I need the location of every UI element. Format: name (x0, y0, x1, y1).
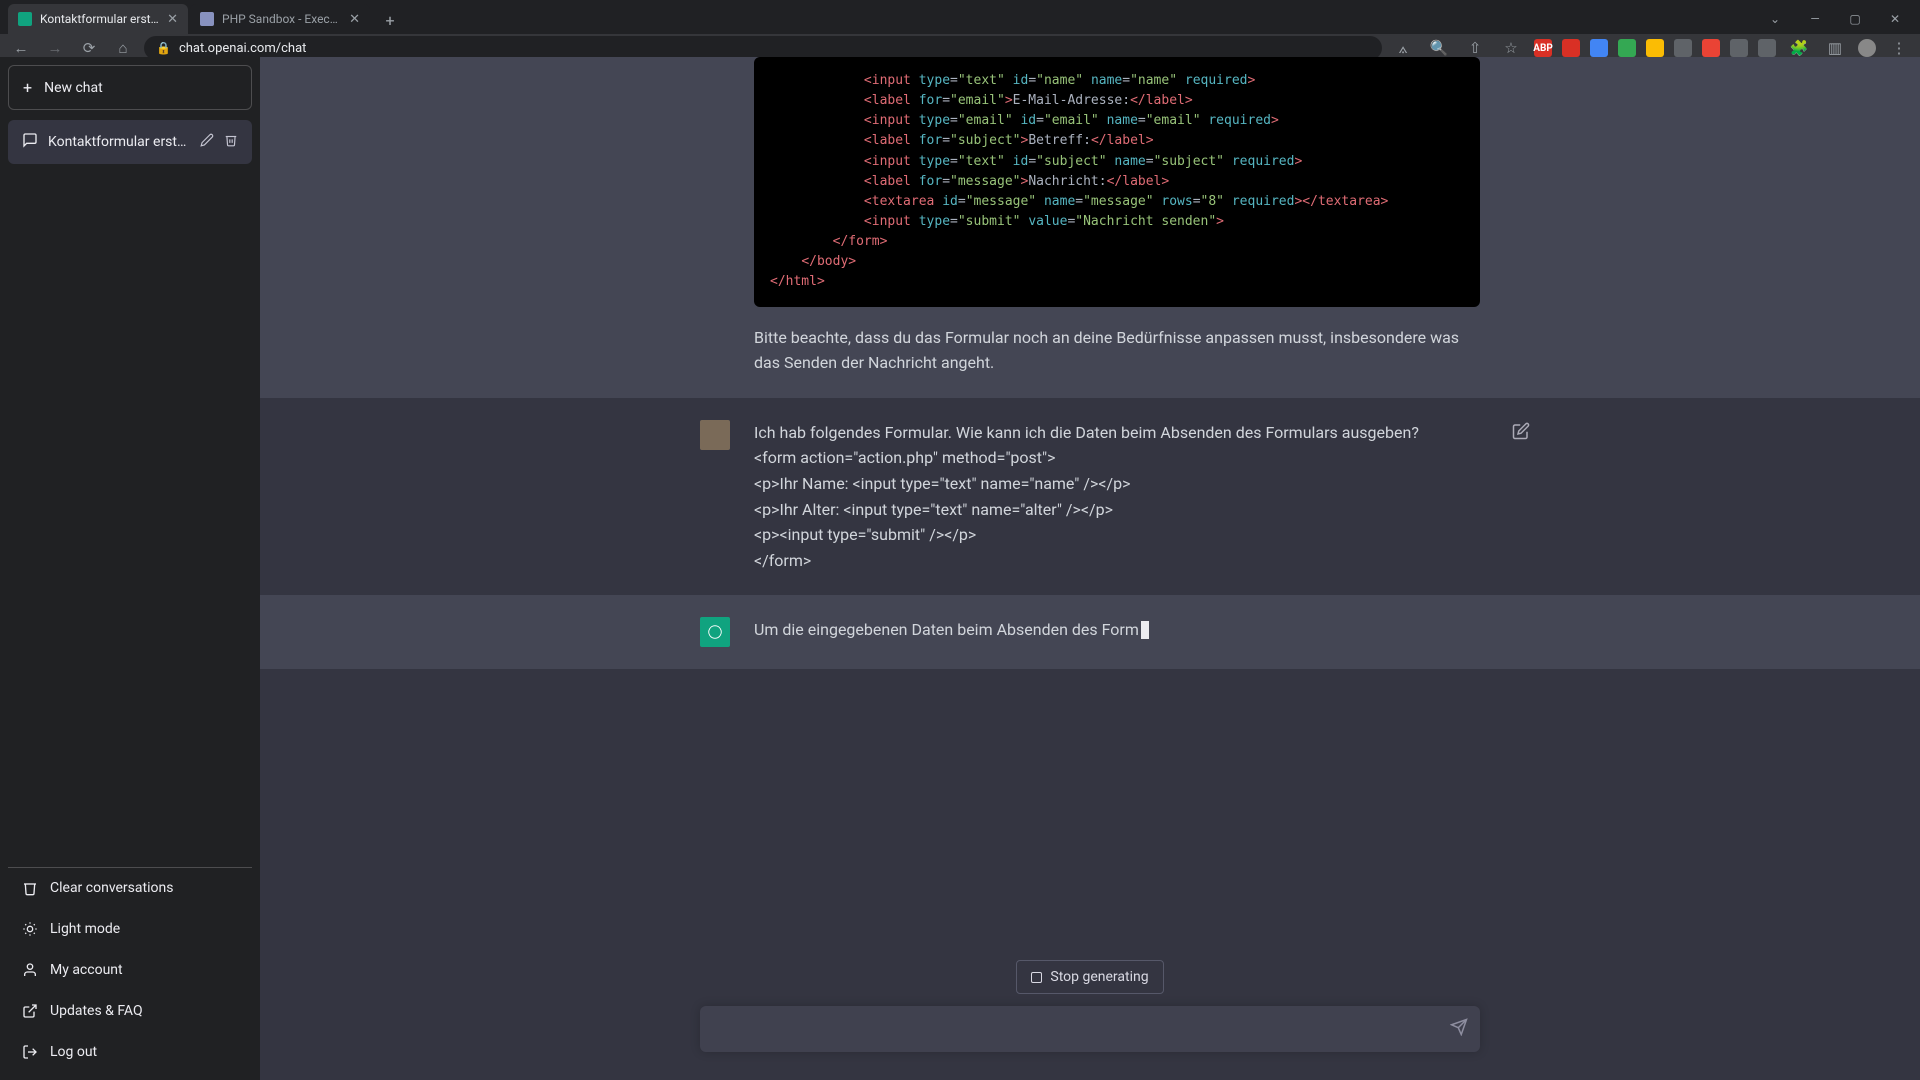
new-chat-label: New chat (44, 80, 103, 96)
chevron-down-icon[interactable]: ⌄ (1760, 4, 1790, 34)
tab-close-icon[interactable]: ✕ (349, 12, 360, 27)
menu-icon[interactable]: ⋮ (1886, 37, 1912, 59)
typing-cursor-icon (1141, 621, 1149, 639)
extensions-icon[interactable]: 🧩 (1786, 37, 1812, 59)
stop-generating-button[interactable]: Stop generating (1016, 960, 1163, 994)
forward-button[interactable]: → (42, 37, 68, 59)
updates-faq-link[interactable]: Updates & FAQ (8, 990, 252, 1031)
reload-button[interactable]: ⟳ (76, 37, 102, 59)
chat-input[interactable] (700, 1006, 1480, 1052)
link-label: Clear conversations (50, 880, 173, 896)
tab-close-icon[interactable]: ✕ (167, 12, 178, 27)
home-button[interactable]: ⌂ (110, 37, 136, 59)
tab-favicon-icon (18, 12, 32, 26)
user-message: Ich hab folgendes Formular. Wie kann ich… (260, 398, 1920, 596)
my-account-link[interactable]: My account (8, 949, 252, 990)
star-icon[interactable]: ☆ (1498, 37, 1524, 59)
ext-icon[interactable] (1758, 39, 1776, 57)
logout-icon (22, 1044, 38, 1060)
assistant-avatar (700, 617, 730, 647)
edit-icon[interactable] (200, 133, 214, 151)
tab-favicon-icon (200, 12, 214, 26)
link-label: Log out (50, 1044, 97, 1060)
ext-icon[interactable] (1702, 39, 1720, 57)
url-text: chat.openai.com/chat (179, 41, 306, 56)
window-controls: ⌄ — ▢ ✕ (1760, 4, 1920, 34)
sun-icon (22, 921, 38, 937)
link-label: Updates & FAQ (50, 1003, 143, 1019)
ext-icon[interactable] (1590, 39, 1608, 57)
minimize-button[interactable]: — (1800, 4, 1830, 34)
link-label: My account (50, 962, 123, 978)
browser-tab-1[interactable]: PHP Sandbox - Execute PHP cod ✕ (190, 4, 370, 34)
share-icon[interactable]: ⇧ (1462, 37, 1488, 59)
code-body[interactable]: <input type="text" id="name" name="name"… (754, 57, 1480, 307)
conversation-title: Kontaktformular erstell (48, 134, 190, 150)
profile-avatar[interactable] (1858, 39, 1876, 57)
ext-icon[interactable] (1730, 39, 1748, 57)
tab-title: Kontaktformular erstellen. (40, 12, 161, 26)
code-block: <input type="text" id="name" name="name"… (754, 57, 1480, 307)
user-text: Ich hab folgendes Formular. Wie kann ich… (754, 420, 1480, 574)
new-chat-button[interactable]: + New chat (8, 65, 252, 110)
stop-label: Stop generating (1050, 969, 1148, 985)
edit-message-button[interactable] (1512, 422, 1530, 444)
new-tab-button[interactable]: + (376, 6, 404, 34)
clear-conversations-link[interactable]: Clear conversations (8, 867, 252, 908)
app-root: + New chat Kontaktformular erstell Clear… (0, 57, 1920, 1080)
sidepanel-icon[interactable]: ▥ (1822, 37, 1848, 59)
translate-icon[interactable]: ⟑ (1390, 37, 1416, 59)
extension-icons: ⟑ 🔍 ⇧ ☆ ABP 🧩 ▥ ⋮ (1390, 37, 1912, 59)
assistant-message: <input type="text" id="name" name="name"… (260, 57, 1920, 398)
user-icon (22, 962, 38, 978)
ext-icon[interactable] (1562, 39, 1580, 57)
logout-link[interactable]: Log out (8, 1031, 252, 1072)
assistant-message-streaming: Um die eingegebenen Daten beim Absenden … (260, 595, 1920, 669)
chat-main: <input type="text" id="name" name="name"… (260, 57, 1920, 1080)
link-label: Light mode (50, 921, 120, 937)
ext-icon[interactable] (1618, 39, 1636, 57)
ext-icon[interactable] (1646, 39, 1664, 57)
browser-chrome: Kontaktformular erstellen. ✕ PHP Sandbox… (0, 0, 1920, 57)
sidebar: + New chat Kontaktformular erstell Clear… (0, 57, 260, 1080)
external-link-icon (22, 1003, 38, 1019)
abp-icon[interactable]: ABP (1534, 39, 1552, 57)
light-mode-link[interactable]: Light mode (8, 908, 252, 949)
lock-icon: 🔒 (156, 41, 171, 55)
plus-icon: + (23, 78, 32, 97)
conversation-item[interactable]: Kontaktformular erstell (8, 120, 252, 164)
user-avatar (700, 420, 730, 450)
assistant-streaming-text: Um die eingegebenen Daten beim Absenden … (754, 620, 1139, 639)
send-button[interactable] (1450, 1018, 1468, 1040)
back-button[interactable]: ← (8, 37, 34, 59)
maximize-button[interactable]: ▢ (1840, 4, 1870, 34)
ext-icon[interactable] (1674, 39, 1692, 57)
tab-bar: Kontaktformular erstellen. ✕ PHP Sandbox… (0, 0, 1920, 34)
chat-scroll[interactable]: <input type="text" id="name" name="name"… (260, 57, 1920, 1080)
chat-bubble-icon (22, 132, 38, 152)
zoom-icon[interactable]: 🔍 (1426, 37, 1452, 59)
close-button[interactable]: ✕ (1880, 4, 1910, 34)
trash-icon[interactable] (224, 133, 238, 151)
bottom-area: Stop generating (260, 960, 1920, 1080)
browser-tab-0[interactable]: Kontaktformular erstellen. ✕ (8, 4, 188, 34)
stop-icon (1031, 972, 1042, 983)
tab-title: PHP Sandbox - Execute PHP cod (222, 12, 343, 26)
trash-icon (22, 880, 38, 896)
assistant-text: Bitte beachte, dass du das Formular noch… (754, 325, 1480, 376)
